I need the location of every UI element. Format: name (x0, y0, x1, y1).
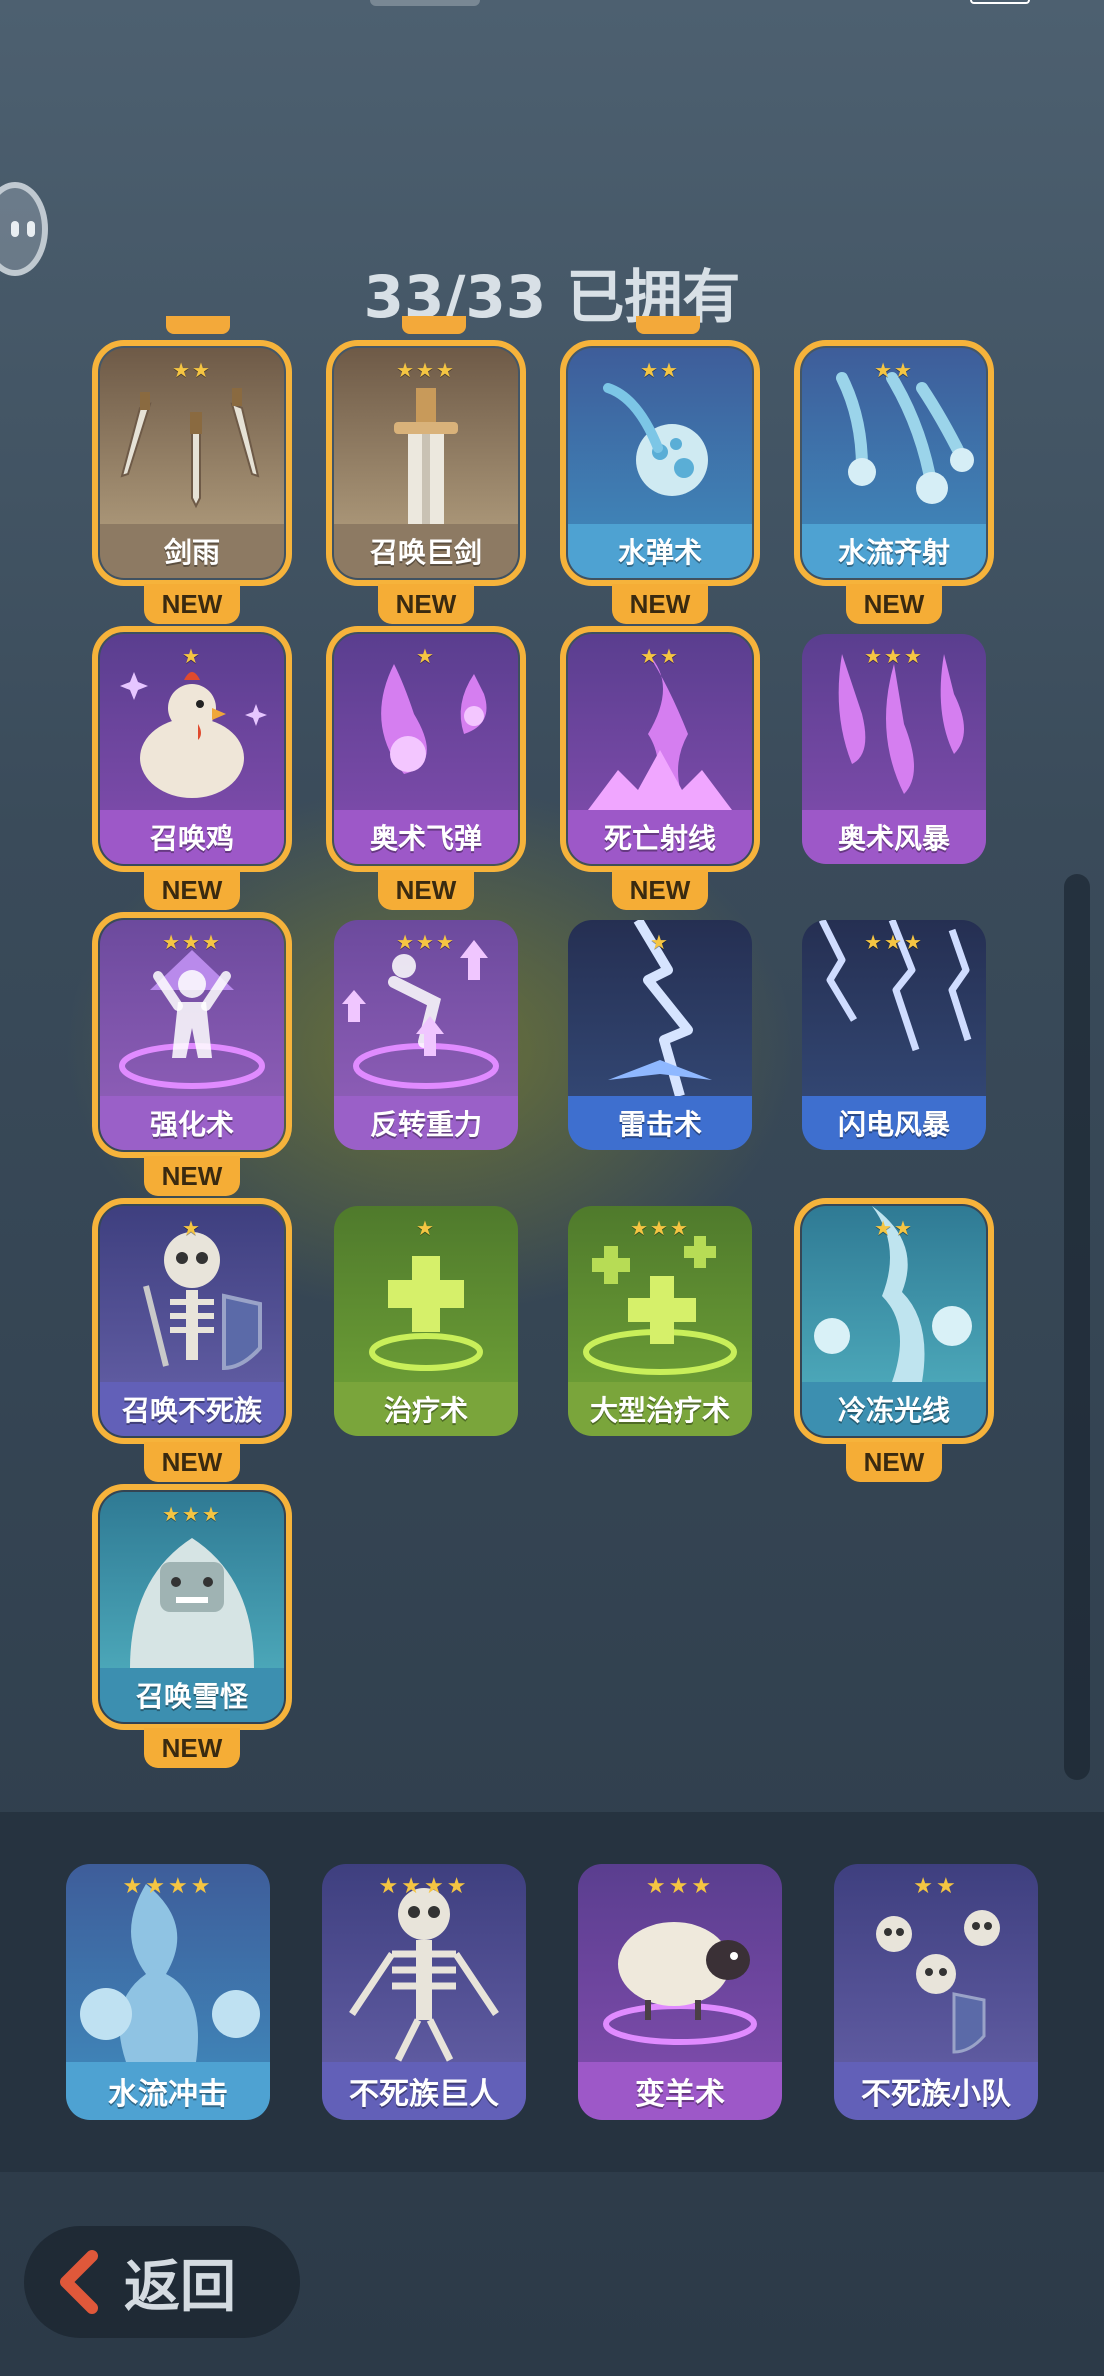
back-button[interactable]: 返回 (24, 2226, 300, 2338)
spell-name: 雷击术 (568, 1096, 752, 1150)
star-rating: ★★★ (162, 930, 222, 954)
spell-card[interactable]: ★★★ 大型治疗术 (568, 1206, 752, 1436)
star-rating: ★ (650, 930, 670, 954)
spell-name: 反转重力 (334, 1096, 518, 1150)
star-rating: ★★ (640, 358, 680, 382)
new-badge: NEW (846, 1442, 942, 1482)
star-rating: ★★★ (630, 1216, 690, 1240)
spell-name: 死亡射线 (568, 810, 752, 864)
spell-card[interactable]: ★★★ 奥术风暴 (802, 634, 986, 864)
new-badge: NEW (612, 870, 708, 910)
star-rating: ★★★★ (122, 1874, 214, 1899)
equipped-spell-card[interactable]: ★★★ 变羊术 (578, 1864, 782, 2120)
star-rating: ★★★ (645, 1874, 715, 1899)
spell-name: 召唤鸡 (100, 810, 284, 864)
new-badge: NEW (144, 1442, 240, 1482)
new-badge: NEW (144, 1728, 240, 1768)
spell-card[interactable]: ★★ 死亡射线 (560, 626, 760, 872)
scrollbar[interactable] (1064, 874, 1090, 1780)
new-badge: NEW (144, 584, 240, 624)
chevron-left-icon (60, 2250, 98, 2314)
star-rating: ★ (416, 644, 436, 668)
spell-card[interactable]: ★★★ 召唤巨剑 (326, 340, 526, 586)
previous-row-new-tags (0, 316, 1104, 340)
new-badge: NEW (612, 584, 708, 624)
spell-name: 闪电风暴 (802, 1096, 986, 1150)
spell-name: 水弹术 (568, 524, 752, 578)
new-badge: NEW (144, 870, 240, 910)
spell-card[interactable]: ★ 治疗术 (334, 1206, 518, 1436)
spell-card[interactable]: ★ 召唤不死族 (92, 1198, 292, 1444)
star-rating: ★★ (874, 358, 914, 382)
spell-card[interactable]: ★★★ 闪电风暴 (802, 920, 986, 1150)
star-rating: ★★★ (162, 1502, 222, 1526)
star-rating: ★★ (874, 1216, 914, 1240)
spell-card[interactable]: ★★ 剑雨 (92, 340, 292, 586)
star-rating: ★★ (913, 1874, 959, 1899)
battery-icon (970, 0, 1030, 4)
spell-name: 水流齐射 (802, 524, 986, 578)
spell-name: 冷冻光线 (802, 1382, 986, 1436)
spell-name: 强化术 (100, 1096, 284, 1150)
star-rating: ★★★ (864, 644, 924, 668)
spell-name: 召唤巨剑 (334, 524, 518, 578)
spell-card[interactable]: ★★★ 召唤雪怪 (92, 1484, 292, 1730)
spell-name: 召唤不死族 (100, 1382, 284, 1436)
spell-card[interactable]: ★★★ 反转重力 (334, 920, 518, 1150)
star-rating: ★★★ (396, 358, 456, 382)
spell-name: 水流冲击 (66, 2062, 270, 2120)
spell-name: 不死族巨人 (322, 2062, 526, 2120)
spell-card[interactable]: ★★ 水弹术 (560, 340, 760, 586)
spell-name: 剑雨 (100, 524, 284, 578)
star-rating: ★ (416, 1216, 436, 1240)
spell-name: 奥术飞弹 (334, 810, 518, 864)
equipped-spells-panel: ★★★★ 水流冲击 ★★★★ 不死族巨人 ★★★ 变羊术 ★★ 不死族小队 (0, 1812, 1104, 2172)
status-bar-time (370, 0, 480, 6)
star-rating: ★★ (640, 644, 680, 668)
star-rating: ★★★ (864, 930, 924, 954)
star-rating: ★★★ (396, 930, 456, 954)
spell-name: 不死族小队 (834, 2062, 1038, 2120)
spell-name: 大型治疗术 (568, 1382, 752, 1436)
spell-name: 奥术风暴 (802, 810, 986, 864)
star-rating: ★ (182, 1216, 202, 1240)
spell-name: 召唤雪怪 (100, 1668, 284, 1722)
spell-card[interactable]: ★ 雷击术 (568, 920, 752, 1150)
new-badge: NEW (378, 870, 474, 910)
new-badge: NEW (144, 1156, 240, 1196)
spell-card[interactable]: ★★★ 强化术 (92, 912, 292, 1158)
star-rating: ★★★★ (378, 1874, 470, 1899)
equipped-spell-card[interactable]: ★★ 不死族小队 (834, 1864, 1038, 2120)
back-button-label: 返回 (124, 2254, 236, 2320)
spell-card[interactable]: ★ 奥术飞弹 (326, 626, 526, 872)
spell-name: 治疗术 (334, 1382, 518, 1436)
spell-card[interactable]: ★★ 水流齐射 (794, 340, 994, 586)
new-badge: NEW (378, 584, 474, 624)
spell-card[interactable]: ★★ 冷冻光线 (794, 1198, 994, 1444)
equipped-spell-card[interactable]: ★★★★ 不死族巨人 (322, 1864, 526, 2120)
new-badge: NEW (846, 584, 942, 624)
star-rating: ★★ (172, 358, 212, 382)
star-rating: ★ (182, 644, 202, 668)
spell-name: 变羊术 (578, 2062, 782, 2120)
equipped-spell-card[interactable]: ★★★★ 水流冲击 (66, 1864, 270, 2120)
spell-card[interactable]: ★ 召唤鸡 (92, 626, 292, 872)
